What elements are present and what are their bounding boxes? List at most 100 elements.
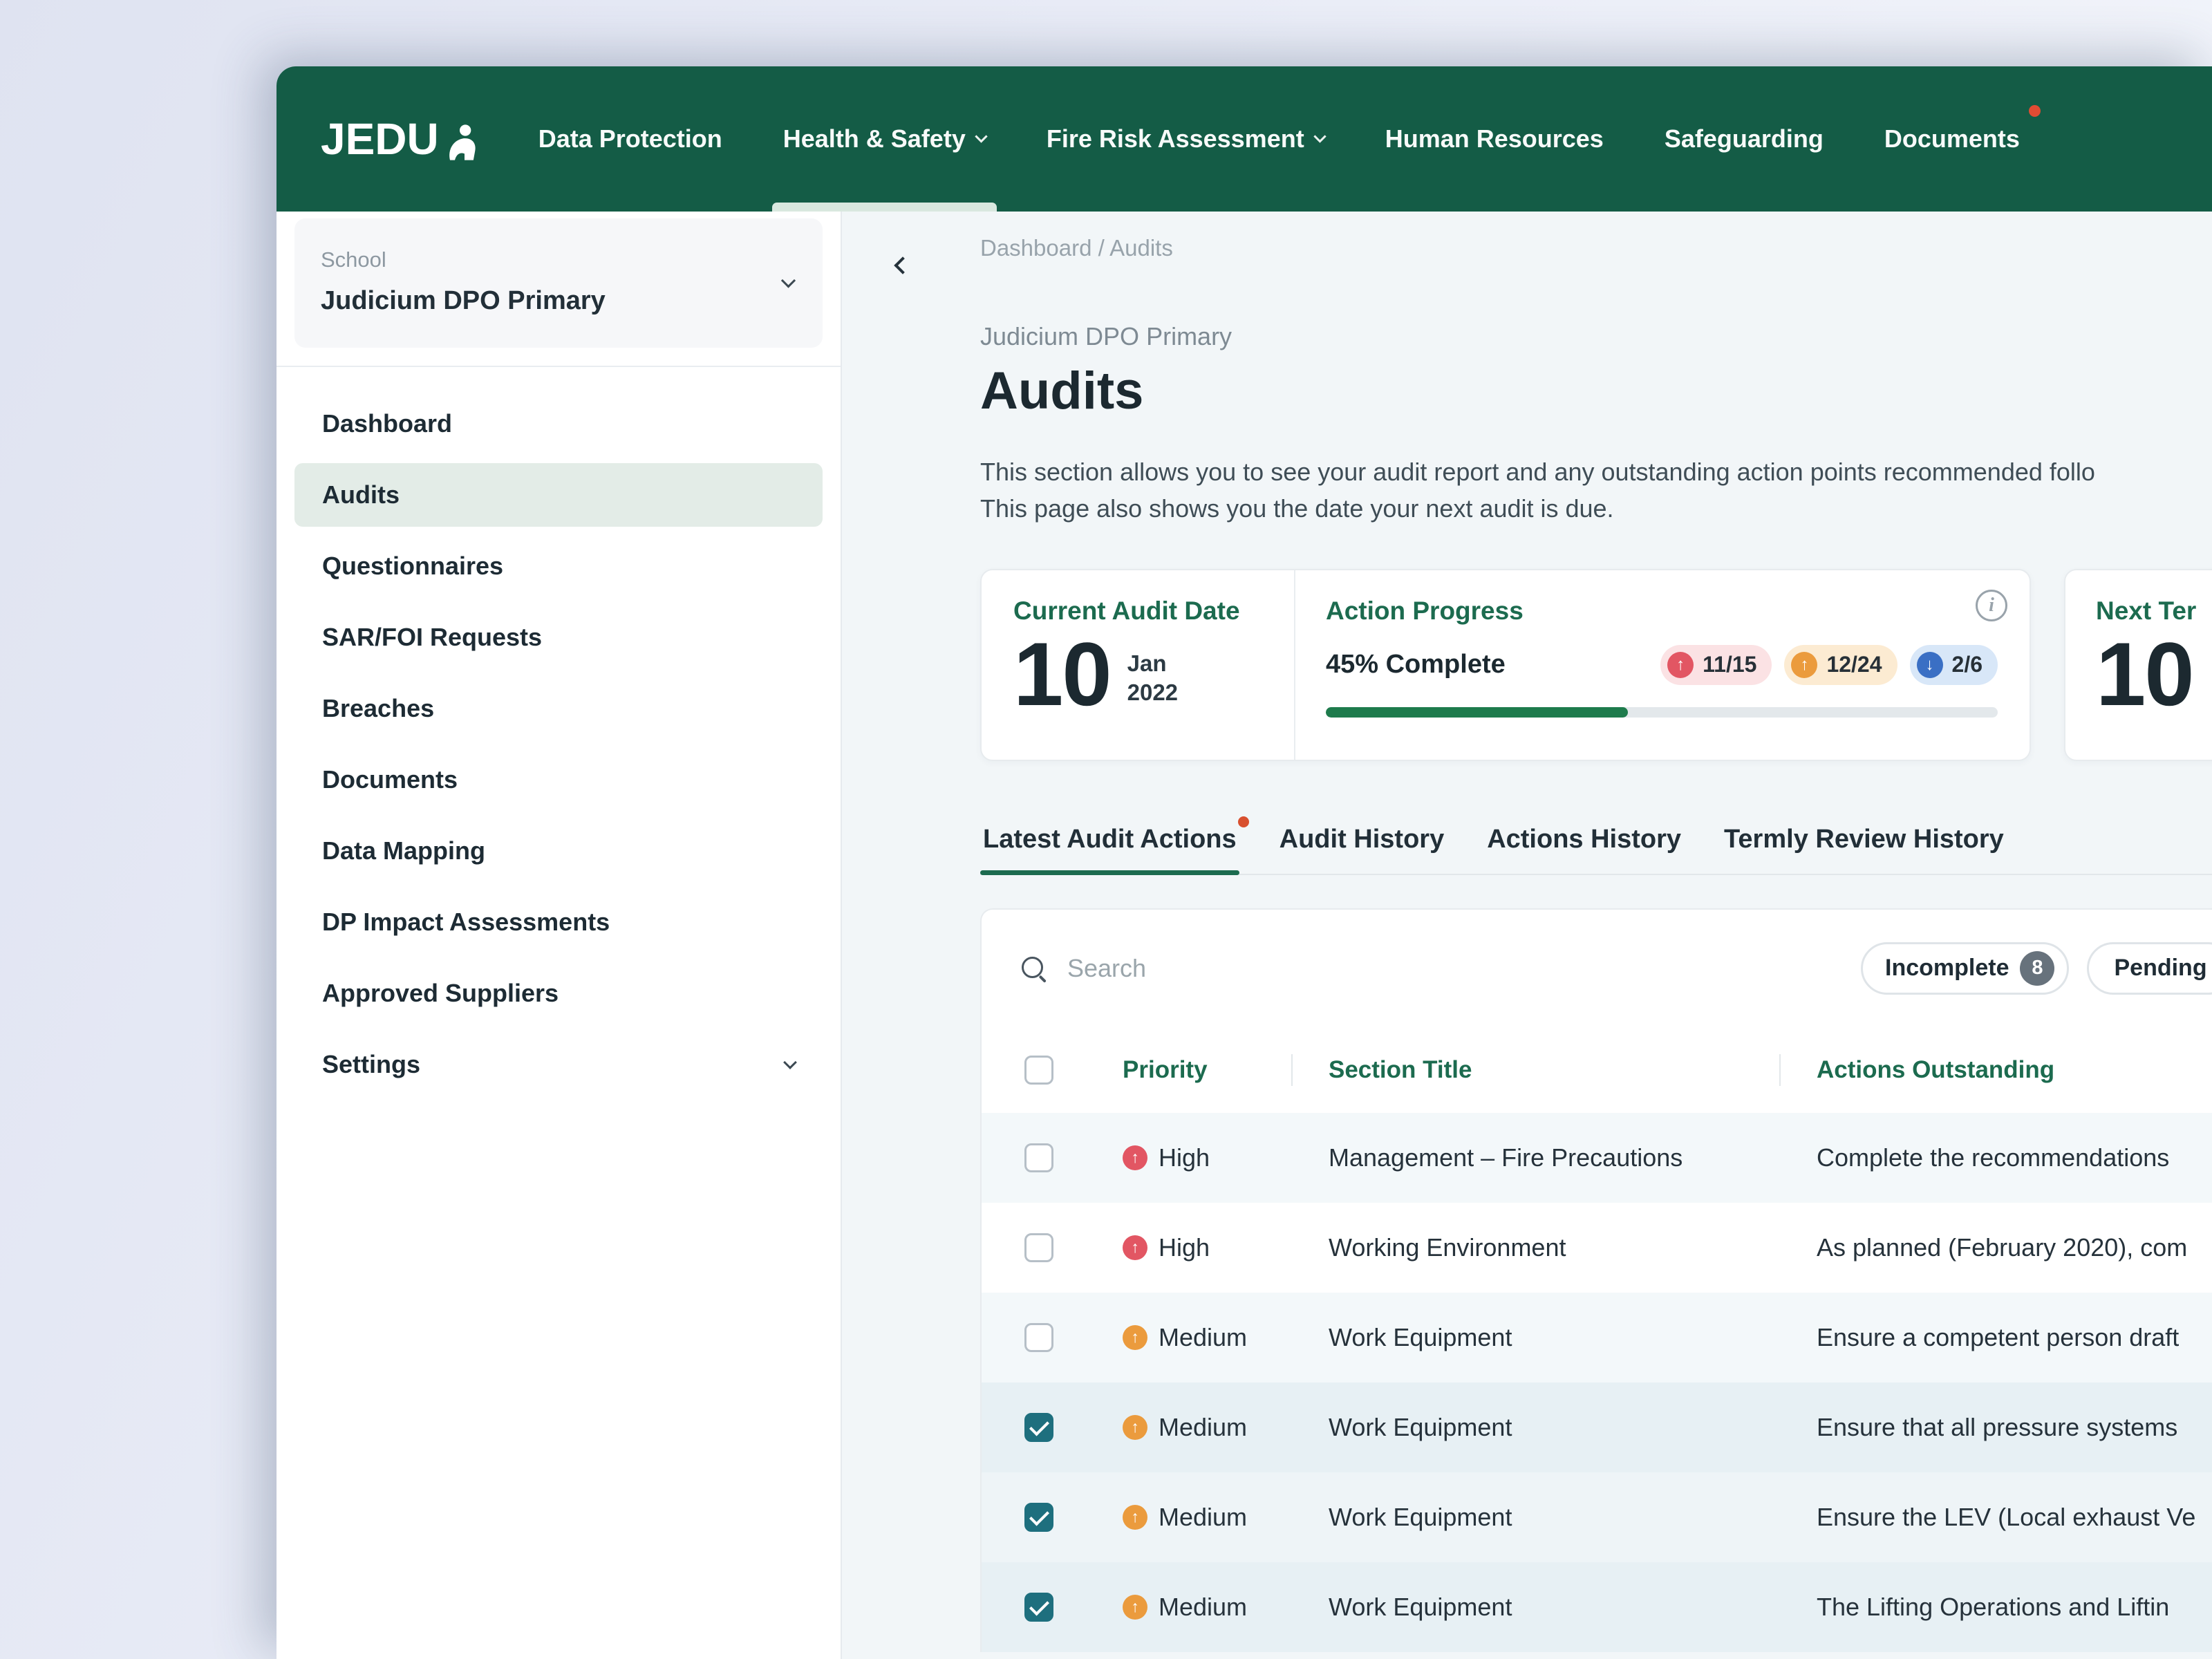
- action-outstanding-cell: Complete the recommendations: [1817, 1143, 2212, 1172]
- priority-medium-icon: ↑: [1123, 1325, 1147, 1350]
- filter-chip-pending[interactable]: Pending: [2087, 942, 2212, 995]
- priority-label: Medium: [1159, 1593, 1247, 1622]
- current-audit-month: Jan: [1127, 650, 1167, 676]
- sidebar-item-audits[interactable]: Audits: [294, 463, 823, 527]
- next-audit-heading: Next Ter: [2096, 597, 2212, 626]
- nav-item-fire-risk-assessment[interactable]: Fire Risk Assessment: [1047, 66, 1324, 212]
- chevron-down-icon: [783, 1056, 797, 1069]
- section-title-cell: Working Environment: [1329, 1233, 1817, 1262]
- sidebar-item-questionnaires[interactable]: Questionnaires: [294, 534, 823, 598]
- sidebar-item-label: Audits: [322, 480, 400, 509]
- table-row[interactable]: ↑Medium Work Equipment The Lifting Opera…: [982, 1562, 2212, 1652]
- row-checkbox[interactable]: [1024, 1593, 1053, 1622]
- row-checkbox[interactable]: [1024, 1143, 1053, 1172]
- sidebar-item-documents[interactable]: Documents: [294, 748, 823, 812]
- column-header-priority: Priority: [1123, 1056, 1329, 1084]
- tab-termly-review-history[interactable]: Termly Review History: [1721, 825, 2007, 874]
- filter-chips: Incomplete 8 Pending: [1861, 942, 2212, 995]
- action-outstanding-cell: Ensure the LEV (Local exhaust Ve: [1817, 1503, 2212, 1532]
- sidebar-item-dp-impact-assessments[interactable]: DP Impact Assessments: [294, 890, 823, 954]
- table-header-row: Priority Section Title Actions Outstandi…: [982, 1027, 2212, 1113]
- tab-actions-history[interactable]: Actions History: [1484, 825, 1684, 874]
- nav-item-documents[interactable]: Documents: [1884, 66, 2020, 212]
- tab-label: Termly Review History: [1724, 825, 2004, 854]
- info-icon[interactable]: i: [1976, 590, 2007, 621]
- jedu-logo-text: JEDU: [321, 113, 439, 165]
- table-row[interactable]: ↑Medium Work Equipment Ensure that all p…: [982, 1382, 2212, 1472]
- reading-person-icon: [440, 123, 479, 162]
- nav-item-health-safety[interactable]: Health & Safety: [783, 66, 986, 212]
- priority-high-icon: ↑: [1123, 1145, 1147, 1170]
- action-progress-heading: Action Progress: [1326, 597, 1998, 626]
- sidebar-item-data-mapping[interactable]: Data Mapping: [294, 819, 823, 883]
- sidebar-item-sar-foi-requests[interactable]: SAR/FOI Requests: [294, 606, 823, 669]
- priority-medium-icon: ↑: [1123, 1505, 1147, 1530]
- current-audit-month-year: Jan 2022: [1127, 649, 1178, 722]
- tab-label: Actions History: [1487, 825, 1681, 854]
- sidebar-item-approved-suppliers[interactable]: Approved Suppliers: [294, 962, 823, 1025]
- current-audit-card: Current Audit Date 10 Jan 2022: [980, 569, 2031, 761]
- filter-chip-label: Incomplete: [1885, 955, 2009, 982]
- nav-item-human-resources[interactable]: Human Resources: [1385, 66, 1604, 212]
- progress-bar-fill: [1326, 707, 1628, 718]
- sidebar-item-dashboard[interactable]: Dashboard: [294, 392, 823, 456]
- next-audit-card: Next Ter 10: [2064, 569, 2212, 761]
- action-progress-section: Action Progress i 45% Complete ↑ 11/15: [1295, 570, 2030, 760]
- tab-label: Latest Audit Actions: [983, 825, 1237, 854]
- progress-badges: ↑ 11/15 ↑ 12/24 ↓ 2/6: [1660, 645, 1998, 685]
- section-title-cell: Work Equipment: [1329, 1593, 1817, 1622]
- column-header-actions-outstanding: Actions Outstanding: [1817, 1056, 2212, 1084]
- sidebar: School Judicium DPO Primary Dashboard Au…: [276, 212, 842, 1659]
- current-audit-year: 2022: [1127, 679, 1178, 705]
- filter-chip-incomplete[interactable]: Incomplete 8: [1861, 942, 2069, 995]
- action-outstanding-cell: Ensure a competent person draft: [1817, 1323, 2212, 1352]
- arrow-up-icon: ↑: [1791, 652, 1817, 678]
- sidebar-item-label: Approved Suppliers: [322, 979, 559, 1008]
- search-input[interactable]: [1067, 954, 1676, 983]
- tab-label: Audit History: [1280, 825, 1445, 854]
- jedu-logo[interactable]: JEDU: [321, 113, 479, 165]
- breadcrumb: Dashboard / Audits: [980, 235, 2212, 261]
- top-navbar: JEDU Data Protection Health & Safety Fir…: [276, 66, 2212, 212]
- app-window: JEDU Data Protection Health & Safety Fir…: [276, 66, 2212, 1659]
- sidebar-collapse-button[interactable]: [881, 243, 925, 288]
- school-selector[interactable]: School Judicium DPO Primary: [294, 218, 823, 348]
- nav-item-safeguarding[interactable]: Safeguarding: [1665, 66, 1824, 212]
- notification-dot: [1238, 816, 1249, 827]
- sidebar-item-label: Documents: [322, 765, 458, 794]
- school-name: Judicium DPO Primary: [321, 286, 796, 316]
- filter-chip-label: Pending: [2114, 955, 2206, 982]
- priority-label: High: [1159, 1233, 1210, 1262]
- row-checkbox[interactable]: [1024, 1323, 1053, 1352]
- table-row[interactable]: ↑High Management – Fire Precautions Comp…: [982, 1113, 2212, 1203]
- tab-audit-history[interactable]: Audit History: [1277, 825, 1447, 874]
- table-row[interactable]: ↑ High Working Environment As planned (Fe…: [982, 1203, 2212, 1293]
- row-checkbox[interactable]: [1024, 1503, 1053, 1532]
- column-header-section-title: Section Title: [1329, 1056, 1817, 1084]
- arrow-down-icon: ↓: [1917, 652, 1943, 678]
- sidebar-item-breaches[interactable]: Breaches: [294, 677, 823, 740]
- nav-item-label: Health & Safety: [783, 124, 966, 153]
- select-all-checkbox[interactable]: [1024, 1056, 1053, 1085]
- sidebar-item-settings[interactable]: Settings: [294, 1033, 823, 1096]
- action-outstanding-cell: As planned (February 2020), com: [1817, 1233, 2212, 1262]
- tab-latest-audit-actions[interactable]: Latest Audit Actions: [980, 825, 1239, 874]
- current-audit-day: 10: [1013, 626, 1111, 722]
- nav-item-label: Human Resources: [1385, 124, 1604, 153]
- page-description: This section allows you to see your audi…: [980, 454, 2212, 527]
- row-checkbox[interactable]: [1024, 1413, 1053, 1442]
- table-row[interactable]: ↑Medium Work Equipment Ensure the LEV (L…: [982, 1472, 2212, 1562]
- description-line-1: This section allows you to see your audi…: [980, 454, 2212, 491]
- page-school-name: Judicium DPO Primary: [980, 322, 2212, 351]
- audit-actions-panel: Incomplete 8 Pending Priority Section Ti…: [980, 908, 2212, 1652]
- chevron-left-icon: [894, 256, 911, 274]
- section-title-cell: Work Equipment: [1329, 1503, 1817, 1532]
- nav-item-label: Safeguarding: [1665, 124, 1824, 153]
- chevron-down-icon: [781, 273, 796, 288]
- nav-item-data-protection[interactable]: Data Protection: [538, 66, 722, 212]
- priority-high-icon: ↑: [1123, 1235, 1147, 1260]
- tabs: Latest Audit Actions Audit History Actio…: [980, 825, 2212, 875]
- action-outstanding-cell: Ensure that all pressure systems: [1817, 1413, 2212, 1442]
- table-row[interactable]: ↑Medium Work Equipment Ensure a competen…: [982, 1293, 2212, 1382]
- row-checkbox[interactable]: [1024, 1233, 1053, 1262]
